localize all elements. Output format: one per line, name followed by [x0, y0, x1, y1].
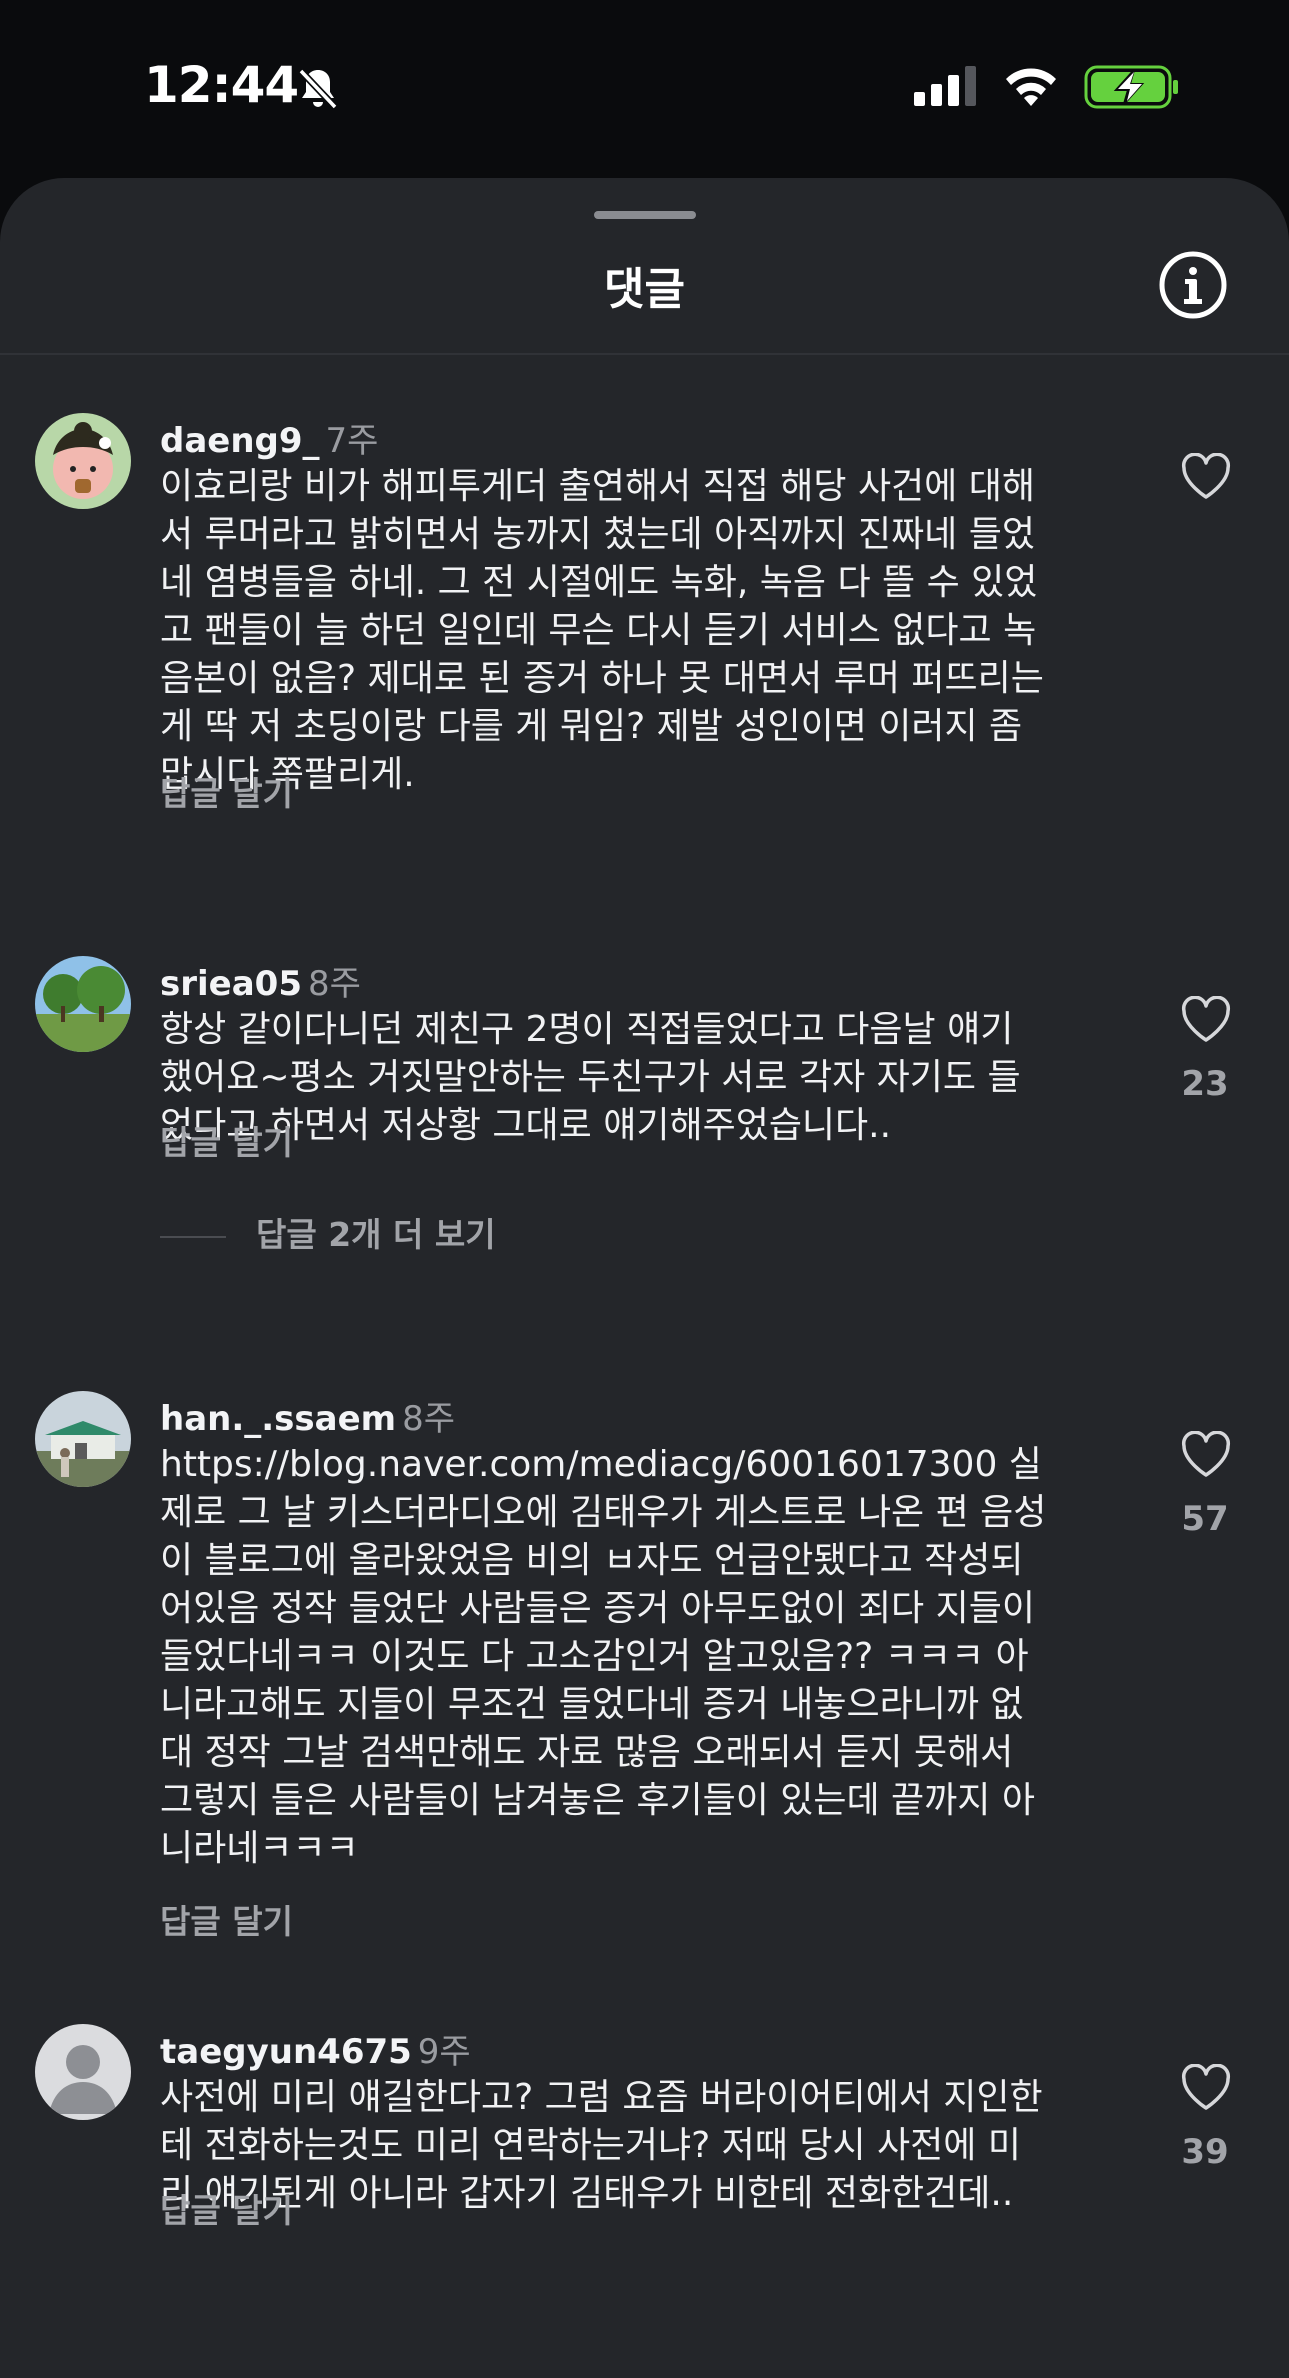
reply-button[interactable]: 답글 달기 [160, 2184, 293, 2232]
comment-text: https://blog.naver.com/mediacg/600160173… [160, 1444, 1047, 1869]
comment-text: 사전에 미리 얘길한다고? 그럼 요즘 버라이어티에서 지인한 테 전화하는것도… [160, 2077, 1043, 2214]
comment-username[interactable]: han._.ssaem [160, 1399, 396, 1439]
sheet-title: 댓글 [604, 264, 685, 315]
comment-age: 7주 [325, 421, 379, 461]
comment-age: 9주 [417, 2032, 471, 2072]
bell-off-icon [298, 68, 338, 110]
reply-button[interactable]: 답글 달기 [160, 767, 293, 815]
heart-icon[interactable] [1180, 996, 1232, 1044]
heart-icon[interactable] [1180, 453, 1232, 501]
reply-button[interactable]: 답글 달기 [160, 1116, 293, 1164]
status-bar: 12:44 [0, 0, 1289, 175]
avatar-image [35, 413, 131, 509]
cellular-signal-icon [914, 66, 976, 106]
avatar[interactable] [35, 413, 131, 509]
battery-charging-icon [1084, 65, 1178, 109]
comment-text: 항상 같이다니던 제친구 2명이 직접들었다고 다음날 얘기 했어요~평소 거짓… [160, 1009, 1021, 1146]
status-time: 12:44 [144, 56, 299, 114]
avatar[interactable] [35, 2024, 131, 2120]
reply-button[interactable]: 답글 달기 [160, 1895, 293, 1943]
comment-text: 이효리랑 비가 해피투게더 출연해서 직접 해당 사건에 대해 서 루머라고 밝… [160, 466, 1044, 795]
comment-meta: taegyun4675 9주 [160, 2024, 471, 2073]
sheet-grabber[interactable] [594, 211, 696, 219]
avatar-image [35, 2024, 131, 2120]
like-count: 57 [1181, 1499, 1229, 1539]
header-divider [0, 353, 1289, 355]
comment-age: 8주 [402, 1399, 456, 1439]
comment-username[interactable]: sriea05 [160, 964, 302, 1004]
avatar-image [35, 1391, 131, 1487]
like-count: 39 [1181, 2132, 1229, 2172]
wifi-icon [1006, 68, 1056, 106]
comments-sheet: 댓글 daeng9_ 7주 이효리랑 비가 해피투게더 출연해서 직접 해당 사건… [0, 178, 1289, 2378]
avatar-image [35, 956, 131, 1052]
heart-icon[interactable] [1180, 1431, 1232, 1479]
avatar[interactable] [35, 956, 131, 1052]
view-more-replies[interactable]: 답글 2개 더 보기 [160, 1208, 496, 1256]
comment-meta: han._.ssaem 8주 [160, 1391, 455, 1440]
comment-meta: daeng9_ 7주 [160, 413, 378, 462]
more-replies-label: 답글 2개 더 보기 [256, 1215, 496, 1254]
more-replies-line [160, 1235, 226, 1238]
avatar[interactable] [35, 1391, 131, 1487]
comment-username[interactable]: daeng9_ [160, 421, 320, 461]
info-icon[interactable] [1157, 249, 1229, 321]
heart-icon[interactable] [1180, 2064, 1232, 2112]
like-count: 23 [1181, 1064, 1229, 1104]
comment-meta: sriea05 8주 [160, 956, 361, 1005]
comment-username[interactable]: taegyun4675 [160, 2032, 412, 2072]
comment-age: 8주 [307, 964, 361, 1004]
